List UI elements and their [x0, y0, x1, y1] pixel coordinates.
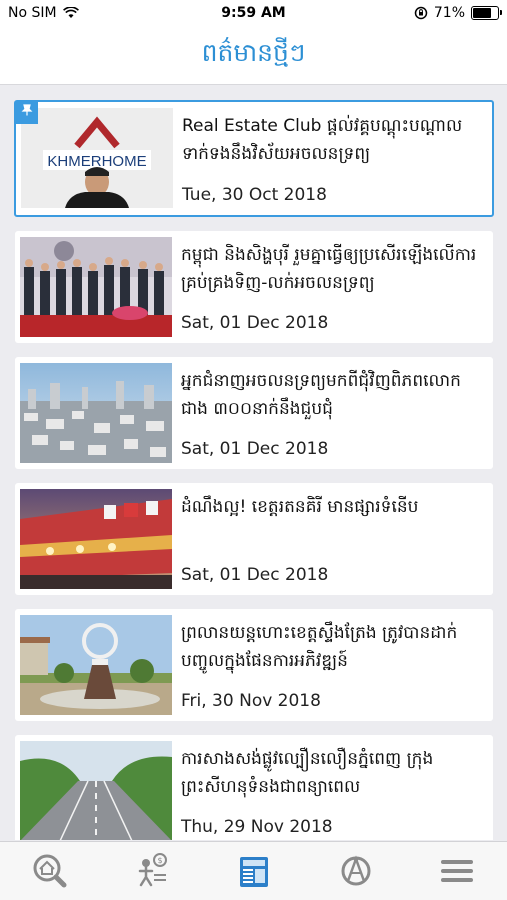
article-title: Real Estate Club ផ្តល់វគ្គបណ្តុះបណ្តាលទា…: [182, 116, 463, 164]
nav-bar: ពត៌មានថ្មីៗ: [0, 28, 507, 85]
article-thumbnail: [20, 615, 172, 715]
battery-percent: 71%: [433, 5, 465, 21]
article-title: ដំណឹងល្អ! ខេត្តរតនគិរី មានផ្សារទំនើប: [181, 497, 419, 517]
article-title: ព្រលានយន្តហោះខេត្តស្ទឹងត្រែង ត្រូវបានដាក…: [181, 623, 458, 671]
tab-menu[interactable]: [437, 851, 477, 891]
menu-icon: [441, 860, 473, 882]
article-title: ការសាងសង់ផ្លូវល្បឿនលឿនភ្នំពេញ ក្រុងព្រះស…: [181, 749, 434, 797]
article-title: កម្ពុជា និងសិង្ហបុរី រួមគ្នាធ្វើឲ្យប្រសើ…: [181, 245, 477, 293]
article-title: អ្នកជំនាញអចលនទ្រព្យមកពីជុំវិញពិភពលោកជាង …: [181, 371, 461, 419]
article-thumbnail: KHMERHOME: [21, 108, 173, 208]
page-title: ពត៌មានថ្មីៗ: [201, 38, 306, 67]
money-person-icon: $: [138, 853, 167, 887]
pin-icon: [16, 102, 38, 124]
article-date: Tue, 30 Oct 2018: [182, 185, 327, 205]
tab-tools[interactable]: [336, 851, 376, 891]
news-icon: [240, 857, 268, 887]
tab-bar: $: [0, 841, 507, 900]
article-date: Sat, 01 Dec 2018: [181, 565, 329, 585]
article-thumbnail: [20, 363, 172, 463]
article-date: Sat, 01 Dec 2018: [181, 439, 329, 459]
news-card[interactable]: ការសាងសង់ផ្លូវល្បឿនលឿនភ្នំពេញ ក្រុងព្រះស…: [15, 735, 493, 840]
news-card[interactable]: កម្ពុជា និងសិង្ហបុរី រួមគ្នាធ្វើឲ្យប្រសើ…: [15, 231, 493, 343]
article-date: Sat, 01 Dec 2018: [181, 313, 329, 333]
article-thumbnail: [20, 237, 172, 337]
article-date: Thu, 29 Nov 2018: [181, 817, 333, 837]
status-bar: No SIM 9:59 AM 71%: [0, 0, 507, 28]
news-feed[interactable]: KHMERHOME Real Estate Club ផ្តល់វគ្គបណ្ត…: [0, 86, 507, 840]
tab-search-home[interactable]: [30, 851, 70, 891]
news-card[interactable]: អ្នកជំនាញអចលនទ្រព្យមកពីជុំវិញពិភពលោកជាង …: [15, 357, 493, 469]
battery-icon: [471, 6, 502, 20]
article-thumbnail: [20, 741, 172, 840]
news-card[interactable]: ព្រលានយន្តហោះខេត្តស្ទឹងត្រែង ត្រូវបានដាក…: [15, 609, 493, 721]
tab-news[interactable]: [234, 851, 274, 891]
orientation-lock-icon: [414, 6, 428, 20]
svg-text:$: $: [157, 856, 162, 865]
news-card[interactable]: ដំណឹងល្អ! ខេត្តរតនគិរី មានផ្សារទំនើប Sat…: [15, 483, 493, 595]
article-date: Fri, 30 Nov 2018: [181, 691, 321, 711]
search-home-icon: [33, 854, 67, 888]
tab-finance[interactable]: $: [132, 851, 172, 891]
news-card[interactable]: KHMERHOME Real Estate Club ផ្តល់វគ្គបណ្ត…: [14, 100, 494, 217]
tools-icon: [341, 855, 371, 886]
article-thumbnail: [20, 489, 172, 589]
